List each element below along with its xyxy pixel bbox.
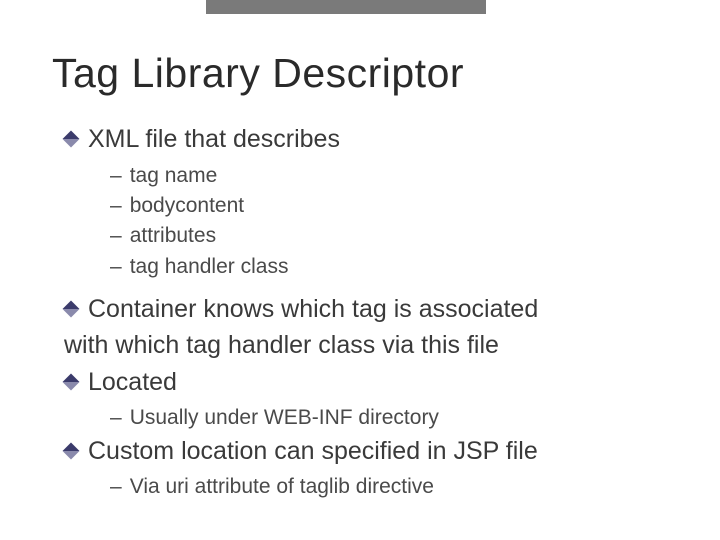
slide-content: Tag Library Descriptor XML file that des… (0, 0, 720, 502)
bullet-custom-location: Custom location can specified in JSP fil… (64, 435, 678, 468)
sub-item-text: tag handler class (130, 253, 289, 281)
sublist-located: – Usually under WEB-INF directory (110, 404, 678, 432)
sub-item-text: tag name (130, 162, 218, 190)
sub-item: – bodycontent (110, 192, 678, 220)
dash-icon: – (110, 253, 122, 281)
diamond-bullet-icon (64, 302, 78, 316)
dash-icon: – (110, 404, 122, 432)
sub-item: – attributes (110, 222, 678, 250)
sub-item-text: Via uri attribute of taglib directive (130, 473, 434, 501)
diamond-bullet-icon (64, 444, 78, 458)
bullet-container-knows: Container knows which tag is associated (64, 293, 678, 326)
dash-icon: – (110, 473, 122, 501)
sub-item-text: bodycontent (130, 192, 244, 220)
bullet-text: XML file that describes (88, 123, 340, 156)
sub-item-text: Usually under WEB-INF directory (130, 404, 439, 432)
bullet-text: Located (88, 366, 177, 399)
sublist-xml-describes: – tag name – bodycontent – attributes – … (110, 162, 678, 281)
dash-icon: – (110, 222, 122, 250)
sub-item: – tag handler class (110, 253, 678, 281)
bullet-xml-describes: XML file that describes (64, 123, 678, 156)
decorative-top-bar (206, 0, 486, 14)
sub-item: – tag name (110, 162, 678, 190)
bullet-text: Custom location can specified in JSP fil… (88, 435, 538, 468)
diamond-bullet-icon (64, 375, 78, 389)
slide-title: Tag Library Descriptor (52, 50, 678, 97)
sub-item: – Usually under WEB-INF directory (110, 404, 678, 432)
sublist-custom-location: – Via uri attribute of taglib directive (110, 473, 678, 501)
dash-icon: – (110, 162, 122, 190)
dash-icon: – (110, 192, 122, 220)
sub-item: – Via uri attribute of taglib directive (110, 473, 678, 501)
diamond-bullet-icon (64, 132, 78, 146)
sub-item-text: attributes (130, 222, 216, 250)
bullet-text-line2: with which tag handler class via this fi… (64, 329, 678, 362)
bullet-text-line1: Container knows which tag is associated (88, 293, 538, 326)
bullet-located: Located (64, 366, 678, 399)
